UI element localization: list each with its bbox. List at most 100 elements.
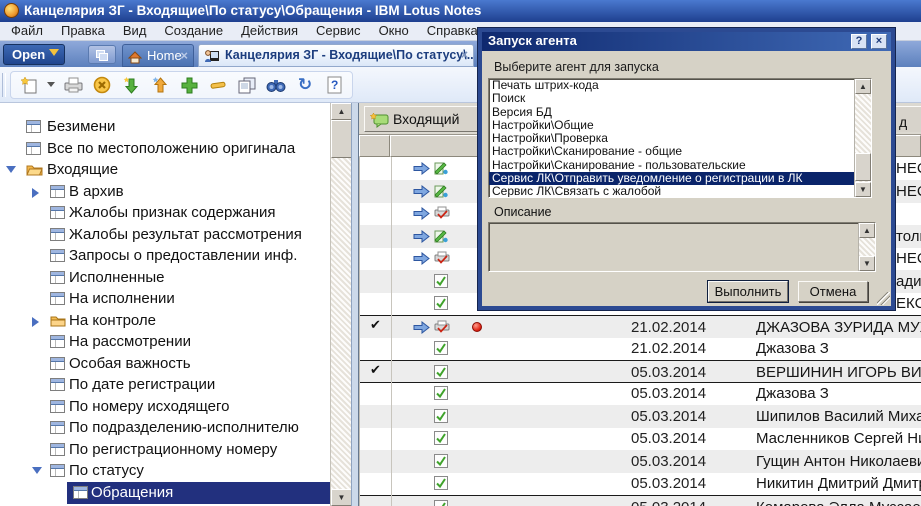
menu-item[interactable]: Сервис xyxy=(307,22,370,40)
table-row[interactable]: 05.03.2014Комарова Элла Муссаевн xyxy=(360,495,921,506)
help-icon[interactable]: ? xyxy=(851,34,867,49)
agent-list-item[interactable]: Версия БД xyxy=(489,106,854,119)
row-text-fragment: НЕС xyxy=(896,183,921,200)
arrow-right-icon xyxy=(413,207,430,225)
sidebar-scrollbar[interactable]: ▲ ▼ xyxy=(330,103,351,506)
menu-item[interactable]: Окно xyxy=(370,22,418,40)
help-icon[interactable]: ? xyxy=(321,73,347,97)
twisty-icon[interactable] xyxy=(6,166,16,173)
menu-item[interactable]: Действия xyxy=(232,22,307,40)
row-correspondent: Комарова Элла Муссаевн xyxy=(756,499,921,506)
add-icon[interactable] xyxy=(176,73,202,97)
incoming-action-button[interactable]: Входящий xyxy=(364,106,480,132)
agent-list-item[interactable]: Настройки\Сканирование - пользовательски… xyxy=(489,159,854,172)
send-up-icon[interactable] xyxy=(147,73,173,97)
sidebar-item[interactable]: Обращения xyxy=(0,482,330,504)
cancel-button[interactable]: Отмена xyxy=(798,281,868,302)
printed-icon xyxy=(434,251,450,269)
menu-item[interactable]: Файл xyxy=(2,22,52,40)
pane-splitter[interactable] xyxy=(351,103,359,506)
scroll-up-icon[interactable]: ▲ xyxy=(331,103,352,120)
sidebar-item[interactable]: По регистрационному номеру xyxy=(0,439,330,461)
table-row[interactable]: 05.03.2014Джазова З xyxy=(360,382,921,405)
twisty-icon[interactable] xyxy=(32,188,39,198)
registered-icon xyxy=(434,296,448,315)
tab-document[interactable]: Канцелярия ЗГ - Входящие\По статусу\... … xyxy=(198,44,474,67)
table-row[interactable]: ✔05.03.2014ВЕРШИНИН ИГОРЬ ВИКТО xyxy=(360,360,921,383)
resize-grip-icon[interactable] xyxy=(877,292,890,305)
menu-item[interactable]: Справка xyxy=(418,22,487,40)
table-row[interactable]: ✔21.02.2014ДЖАЗОВА ЗУРИДА МУХА xyxy=(360,315,921,338)
sidebar-item[interactable]: Входящие xyxy=(0,159,330,181)
open-button[interactable]: Open xyxy=(3,44,65,65)
sidebar-item[interactable]: Безимени xyxy=(0,116,330,138)
table-row[interactable]: 21.02.2014Джазова З xyxy=(360,337,921,360)
row-date: 05.03.2014 xyxy=(631,385,706,402)
agent-list-item[interactable]: Настройки\Общие xyxy=(489,119,854,132)
twisty-icon[interactable] xyxy=(32,467,42,474)
sidebar-item[interactable]: По номеру исходящего xyxy=(0,396,330,418)
close-icon[interactable]: × xyxy=(871,34,887,49)
agent-listbox[interactable]: Печать штрих-кодаПоискВерсия БДНастройки… xyxy=(488,78,872,198)
agent-list-item[interactable]: Настройки\Проверка xyxy=(489,132,854,145)
menu-item[interactable]: Создание xyxy=(155,22,232,40)
menu-item[interactable]: Правка xyxy=(52,22,114,40)
agent-list-item[interactable]: Печать штрих-кода xyxy=(489,79,854,92)
sidebar-item[interactable]: Жалобы признак содержания xyxy=(0,202,330,224)
agent-list-item[interactable]: Поиск xyxy=(489,92,854,105)
table-row[interactable]: 05.03.2014Никитин Дмитрий Дмитри xyxy=(360,472,921,495)
run-button[interactable]: Выполнить xyxy=(708,281,788,302)
new-document-dropdown-icon[interactable] xyxy=(45,73,57,97)
agent-list-item[interactable]: Сервис ЛК\Связать с жалобой xyxy=(489,185,854,198)
scroll-down-icon[interactable]: ▼ xyxy=(331,489,352,506)
action-button-fragment[interactable]: д xyxy=(895,106,921,132)
sidebar-item[interactable]: Жалобы результат рассмотрения xyxy=(0,224,330,246)
scrollbar-thumb[interactable] xyxy=(331,120,352,158)
scroll-up-icon[interactable]: ▲ xyxy=(855,79,871,94)
sidebar-item[interactable]: Запросы о предоставлении инф. xyxy=(0,245,330,267)
scroll-down-icon[interactable]: ▼ xyxy=(859,256,875,271)
scroll-up-icon[interactable]: ▲ xyxy=(859,223,875,238)
sidebar-item[interactable]: В архив xyxy=(0,181,330,203)
new-document-icon[interactable] xyxy=(16,73,42,97)
table-row[interactable]: 05.03.2014Шипилов Василий Михайл xyxy=(360,405,921,428)
cancel-icon[interactable] xyxy=(89,73,115,97)
dialog-title-bar[interactable]: Запуск агента ? × xyxy=(482,32,891,51)
copy-icon[interactable] xyxy=(234,73,260,97)
scroll-down-icon[interactable]: ▼ xyxy=(855,182,871,197)
print-icon[interactable] xyxy=(60,73,86,97)
tab-home[interactable]: Home × xyxy=(122,44,194,67)
sidebar-item[interactable]: Особая важность xyxy=(0,353,330,375)
column-header[interactable] xyxy=(359,135,390,157)
sidebar-item[interactable]: По статусу xyxy=(0,460,330,482)
twisty-icon[interactable] xyxy=(32,317,39,327)
sidebar-item-label: Обращения xyxy=(91,484,173,502)
search-icon[interactable] xyxy=(263,73,289,97)
run-agent-dialog: Запуск агента ? × Выберите агент для зап… xyxy=(478,28,895,310)
refresh-icon[interactable]: ↻ xyxy=(292,73,318,97)
description-scrollbar[interactable]: ▲ ▼ xyxy=(858,223,875,271)
receive-down-icon[interactable] xyxy=(118,73,144,97)
sidebar-item[interactable]: На рассмотрении xyxy=(0,331,330,353)
agent-list-scrollbar[interactable]: ▲ ▼ xyxy=(854,79,871,197)
close-icon[interactable]: × xyxy=(180,45,188,66)
window-list-button[interactable] xyxy=(88,45,116,64)
row-date: 21.02.2014 xyxy=(631,340,706,357)
sidebar-item[interactable]: Все по местоположению оригинала xyxy=(0,138,330,160)
folder-open-icon xyxy=(26,163,43,180)
remove-icon[interactable] xyxy=(205,73,231,97)
sidebar-item[interactable]: По подразделению-исполнителю xyxy=(0,417,330,439)
sidebar-item[interactable]: На исполнении xyxy=(0,288,330,310)
table-row[interactable]: 05.03.2014Гущин Антон Николаевич xyxy=(360,450,921,473)
sidebar-item[interactable]: Исполненные xyxy=(0,267,330,289)
agent-list-item[interactable]: Настройки\Сканирование - общие xyxy=(489,145,854,158)
agent-list-item[interactable]: Сервис ЛК\Отправить уведомление о регист… xyxy=(489,172,854,185)
sidebar-item[interactable]: По дате регистрации xyxy=(0,374,330,396)
menu-item[interactable]: Вид xyxy=(114,22,156,40)
registered-icon xyxy=(434,454,448,473)
scrollbar-thumb[interactable] xyxy=(855,153,871,181)
toolbar-drag-handle[interactable] xyxy=(2,73,6,97)
close-icon[interactable]: × xyxy=(461,45,468,66)
sidebar-item[interactable]: На контроле xyxy=(0,310,330,332)
table-row[interactable]: 05.03.2014Масленников Сергей Ник xyxy=(360,427,921,450)
